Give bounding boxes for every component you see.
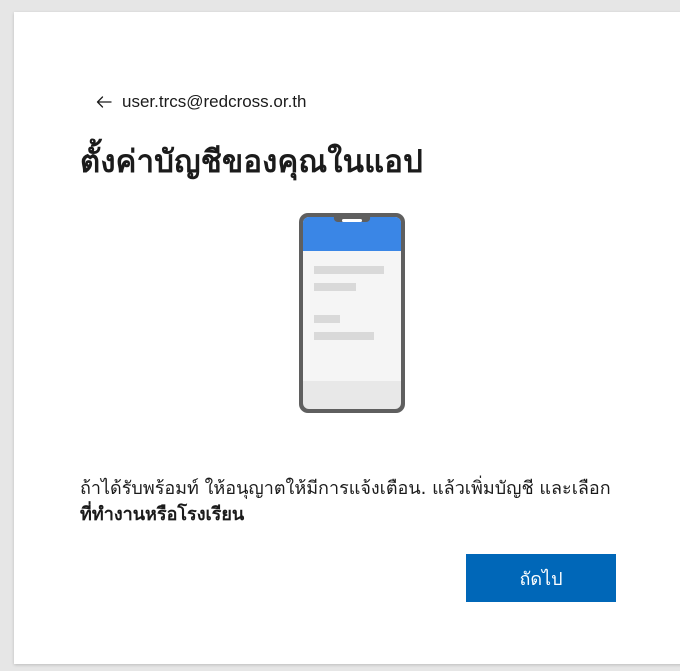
instructions-text: ถ้าได้รับพร้อมท์ ให้อนุญาตให้มีการแจ้งเต… (80, 476, 620, 528)
page-title: ตั้งค่าบัญชีของคุณในแอป (80, 144, 423, 180)
account-email: user.trcs@redcross.or.th (122, 92, 307, 111)
arrow-left-icon (96, 96, 112, 108)
phone-illustration (296, 210, 408, 416)
phone-icon (299, 213, 405, 413)
instructions-part1: ถ้าได้รับพร้อมท์ ให้อนุญาตให้มีการแจ้งเต… (80, 478, 611, 499)
instructions-bold: ที่ทำงานหรือโรงเรียน (80, 504, 245, 525)
back-to-account-link[interactable]: user.trcs@redcross.or.th (94, 92, 307, 112)
auth-card: user.trcs@redcross.or.th ตั้งค่าบัญชีของ… (14, 12, 680, 664)
next-button[interactable]: ถัดไป (466, 554, 616, 602)
